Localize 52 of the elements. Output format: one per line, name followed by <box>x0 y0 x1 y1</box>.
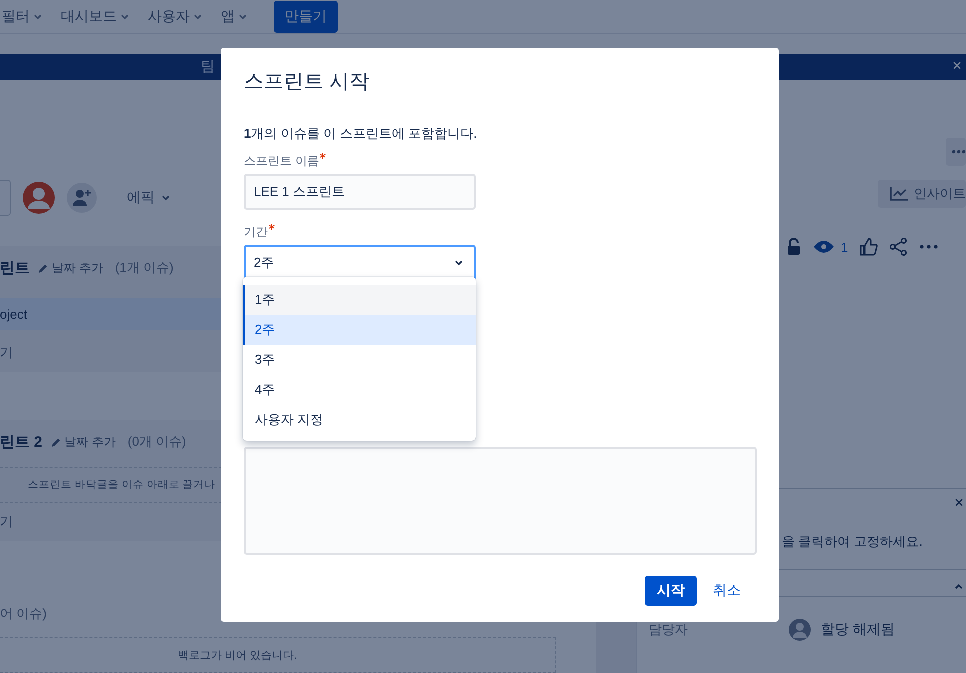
issue-count: 어 이슈) <box>0 605 48 623</box>
epic-filter[interactable]: 에픽 <box>121 188 177 208</box>
backlog-empty-zone: 백로그가 비어 있습니다. <box>0 637 556 673</box>
sprint-name-field[interactable]: LEE 1 스프린트 <box>244 174 476 210</box>
sprint-name: 린트 2 <box>0 432 43 452</box>
create-button[interactable]: 만들기 <box>274 0 338 33</box>
pencil-icon <box>38 262 49 274</box>
duration-option[interactable]: 4주 <box>243 375 476 405</box>
duration-option[interactable]: 사용자 지정 <box>243 405 476 435</box>
duration-option[interactable]: 1주 <box>243 285 476 315</box>
add-date-button[interactable]: 날짜 추가 <box>50 434 116 450</box>
chevron-up-icon[interactable] <box>954 582 964 592</box>
assignee-label: 담당자 <box>649 621 689 639</box>
nav-menu[interactable]: 대시보드 <box>61 8 130 26</box>
field-label: 스프린트 이름 <box>244 153 745 170</box>
add-date-button[interactable]: 날짜 추가 <box>38 260 104 276</box>
more-icon[interactable] <box>920 245 938 249</box>
create-issue-button[interactable]: 기 <box>0 330 13 362</box>
insights-button[interactable]: 인사이트 <box>878 180 966 208</box>
duration-option[interactable]: 3주 <box>243 345 476 375</box>
thumbs-up-icon[interactable] <box>860 238 878 256</box>
field-label: 기간 <box>244 224 745 241</box>
assignee-value: 할당 해제됨 <box>789 619 895 641</box>
share-icon[interactable] <box>890 238 908 256</box>
goal-field[interactable] <box>244 447 757 555</box>
nav-menu[interactable]: 사용자 <box>148 8 203 26</box>
banner-text: 팀 <box>201 58 215 76</box>
more-button[interactable] <box>946 138 966 166</box>
nav-menu[interactable]: 앱 <box>221 8 248 26</box>
create-issue-button[interactable]: 기 <box>0 503 13 531</box>
chevron-down-icon <box>161 193 171 203</box>
close-button[interactable]: × <box>954 495 964 513</box>
watch-button[interactable]: 1 <box>813 240 848 254</box>
issue-count: (0개 이슈) <box>128 433 186 451</box>
unlocked-icon[interactable] <box>787 238 801 256</box>
avatar-icon[interactable] <box>23 182 55 214</box>
chart-icon <box>890 187 908 201</box>
dialog-intro: 1개의 이슈를 이 스프린트에 포함합니다. <box>244 125 478 143</box>
issue-count: (1개 이슈) <box>115 259 174 277</box>
sprint-name: 린트 <box>0 258 30 278</box>
close-button[interactable]: × <box>952 58 962 76</box>
dialog-title: 스프린트 시작 <box>244 70 371 95</box>
duration-option[interactable]: 2주 <box>243 315 476 345</box>
add-person-icon[interactable] <box>67 183 97 213</box>
cancel-button[interactable]: 취소 <box>709 576 745 606</box>
user-avatar-icon <box>789 619 811 641</box>
nav-menu[interactable]: 필터 <box>2 8 43 26</box>
search-field[interactable] <box>0 180 11 216</box>
pencil-icon <box>50 436 62 448</box>
chevron-down-icon <box>454 258 464 268</box>
start-button[interactable]: 시작 <box>645 576 697 606</box>
more-icon <box>952 150 966 154</box>
